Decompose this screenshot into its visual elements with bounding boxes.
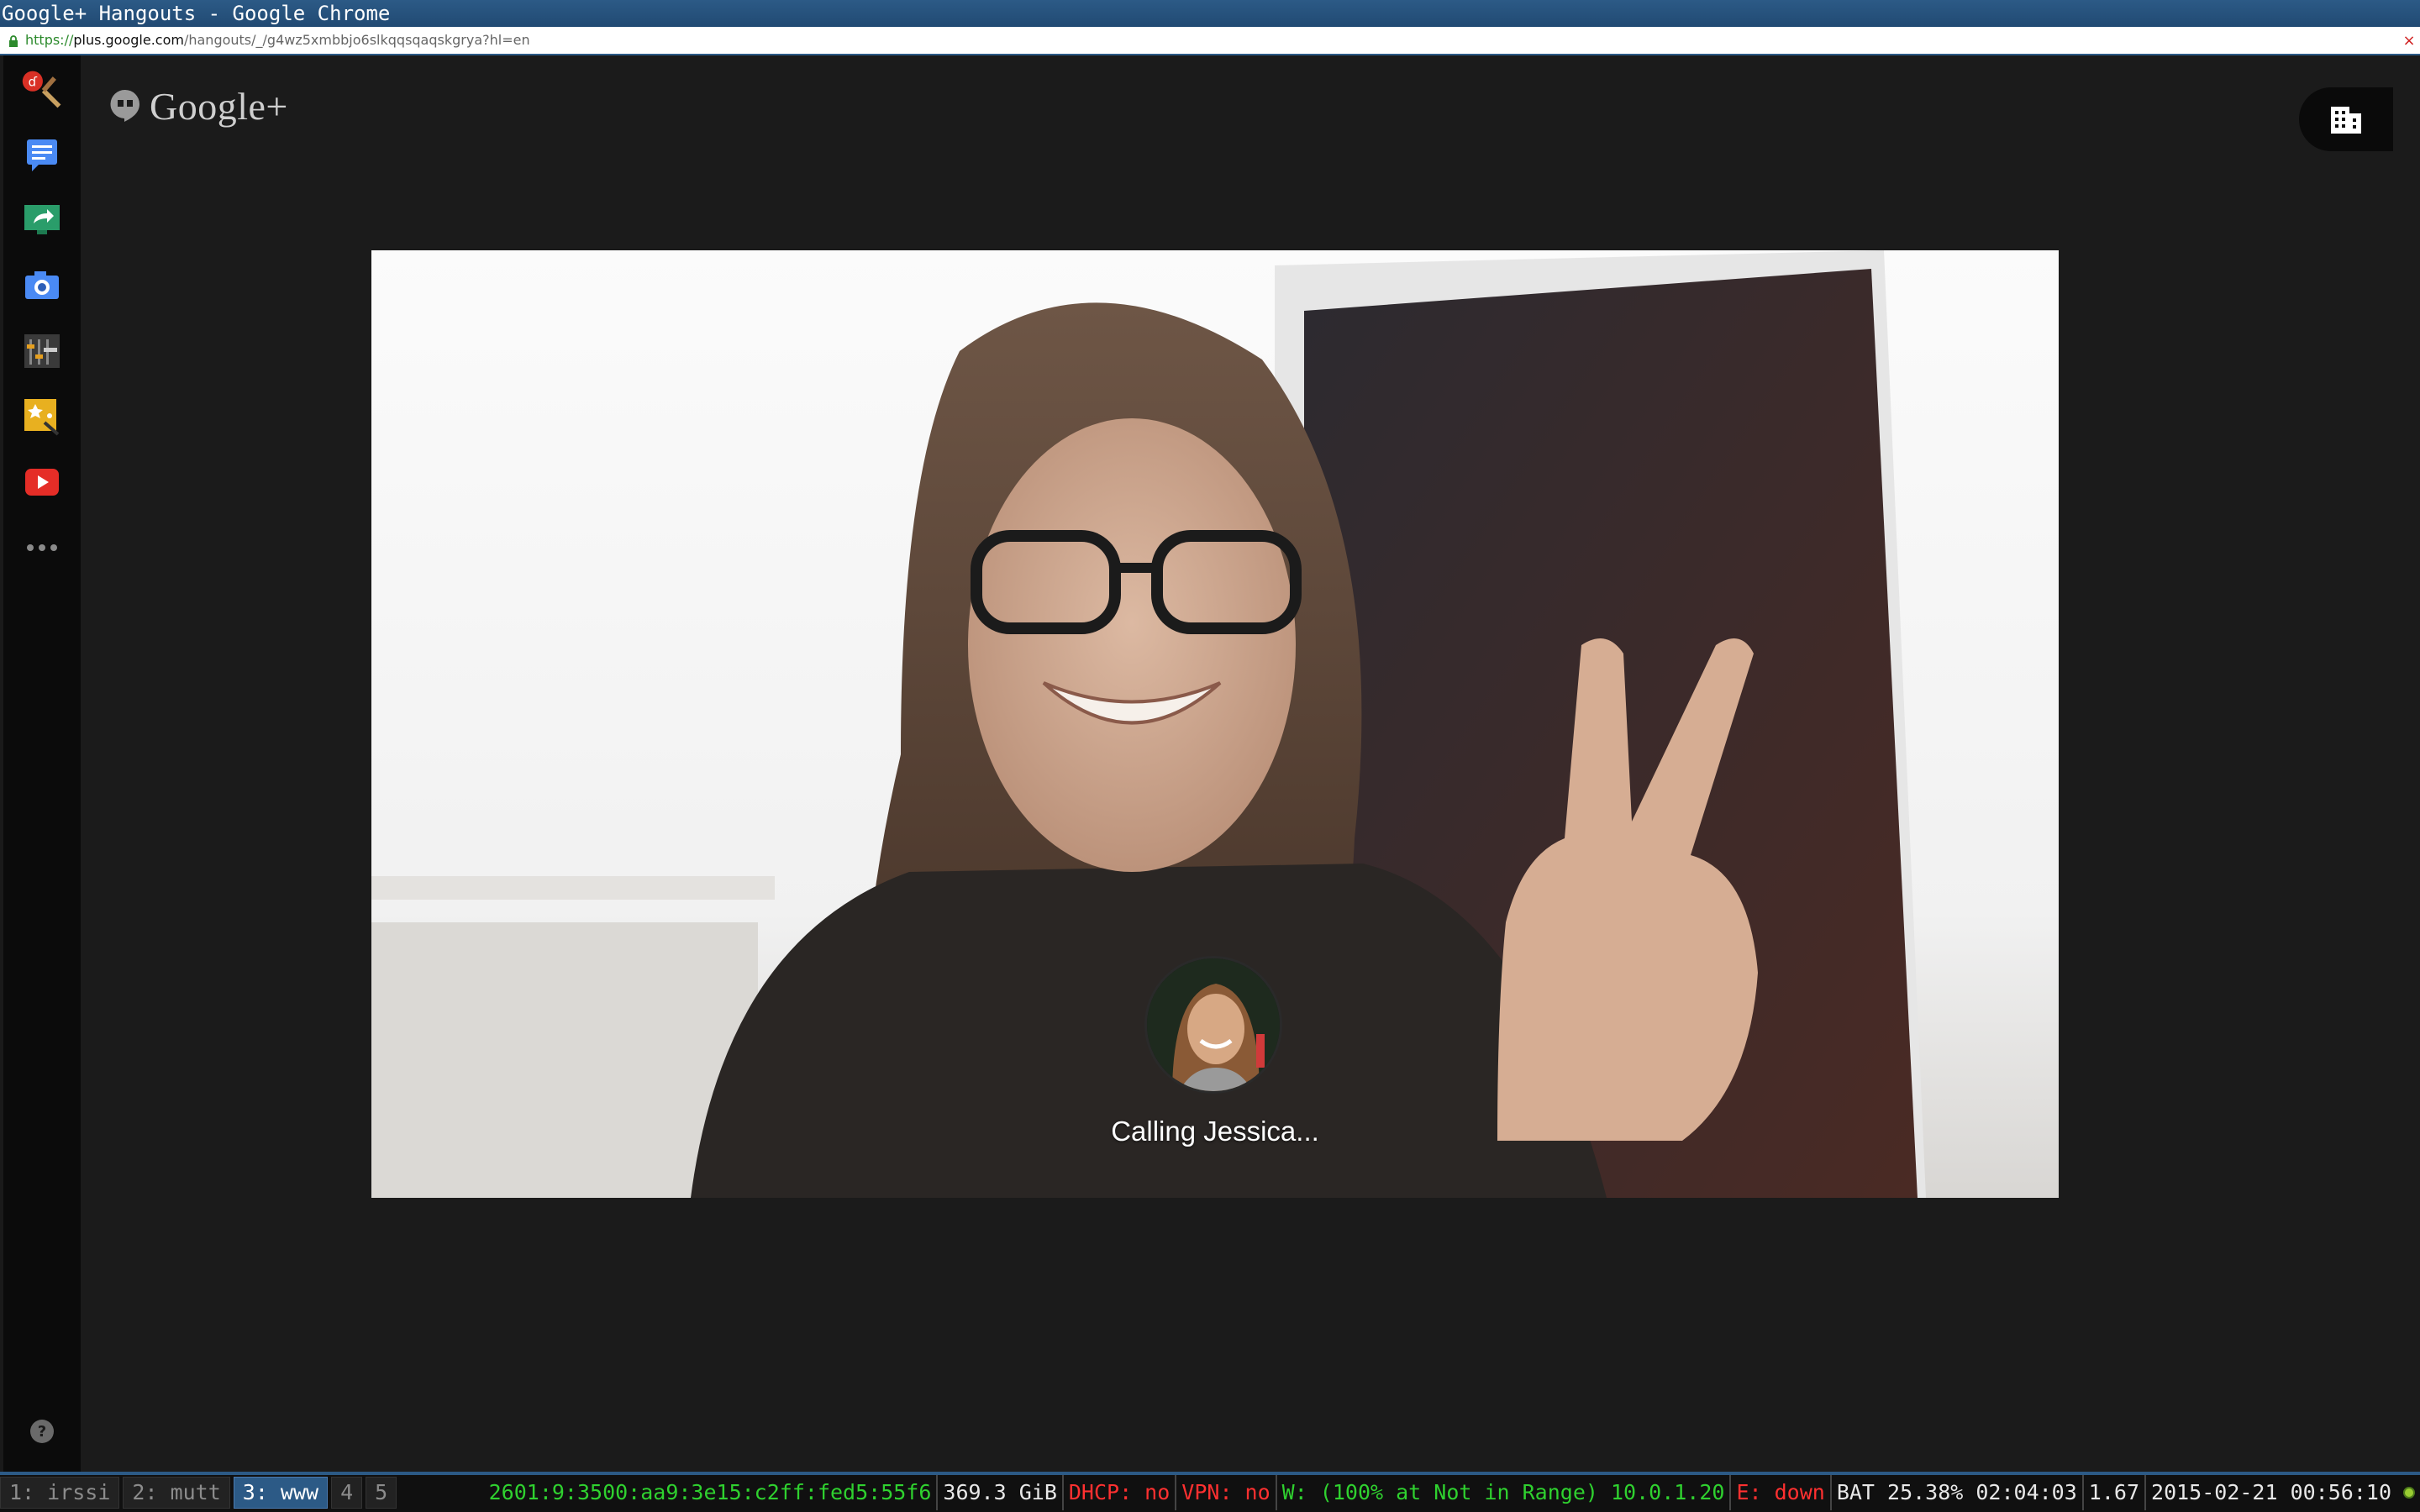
system-status-bar: 1: irssi 2: mutt 3: www 4 5 2601:9:3500:… bbox=[0, 1472, 2420, 1512]
load-average: 1.67 bbox=[2081, 1475, 2144, 1510]
wifi-status: W: (100% at Not in Range) 10.0.1.20 bbox=[1275, 1475, 1730, 1510]
url-text[interactable]: https://plus.google.com/hangouts/_/g4wz5… bbox=[25, 27, 530, 54]
system-info: 2601:9:3500:aa9:3e15:c2ff:fed5:55f6 369.… bbox=[484, 1475, 2415, 1510]
settings-sliders-icon[interactable] bbox=[20, 329, 64, 373]
tray-status-icon[interactable] bbox=[2403, 1487, 2415, 1499]
call-status: Calling Jessica... bbox=[1111, 1116, 1319, 1147]
hangouts-logo-icon bbox=[110, 89, 139, 122]
building-icon[interactable] bbox=[2299, 87, 2393, 151]
close-icon[interactable]: × bbox=[2402, 34, 2417, 49]
url-host: plus.google.com bbox=[73, 32, 184, 48]
screenshare-icon[interactable] bbox=[20, 198, 64, 242]
camera-icon[interactable] bbox=[20, 264, 64, 307]
workspace-switcher: 1: irssi 2: mutt 3: www 4 5 bbox=[0, 1477, 397, 1509]
help-icon[interactable]: ? bbox=[29, 1418, 55, 1445]
battery-status: BAT 25.38% 02:04:03 bbox=[1829, 1475, 2082, 1510]
hangout-stage: Google+ Calling Jessica... bbox=[81, 55, 2420, 1472]
vpn-status: VPN: no bbox=[1175, 1475, 1275, 1510]
video-feed[interactable]: Calling Jessica... bbox=[371, 250, 2059, 1198]
brand-logo: Google+ bbox=[109, 81, 288, 131]
brand-name: Google+ bbox=[150, 84, 288, 128]
svg-text:ɗ: ɗ bbox=[29, 74, 38, 89]
avatar-image bbox=[1147, 958, 1280, 1091]
hangouts-effects-icon[interactable]: ɗ bbox=[20, 67, 64, 111]
app-rail: ɗ ? bbox=[3, 55, 81, 1472]
url-path: /hangouts/_/g4wz5xmbbjo6slkqqsqaqskgrya?… bbox=[183, 32, 530, 48]
address-bar[interactable]: https://plus.google.com/hangouts/_/g4wz5… bbox=[0, 27, 2420, 55]
ipv6-address: 2601:9:3500:aa9:3e15:c2ff:fed5:55f6 bbox=[488, 1480, 932, 1504]
url-scheme: https:// bbox=[25, 32, 74, 48]
workspace-1[interactable]: 1: irssi bbox=[0, 1477, 120, 1509]
more-icon[interactable] bbox=[20, 526, 64, 570]
workspace-4[interactable]: 4 bbox=[331, 1477, 363, 1509]
clock: 2015-02-21 00:56:10 bbox=[2144, 1475, 2396, 1510]
chat-icon[interactable] bbox=[20, 133, 64, 176]
help-glyph: ? bbox=[38, 1423, 46, 1441]
ethernet-status: E: down bbox=[1729, 1475, 1829, 1510]
effects-icon[interactable] bbox=[20, 395, 64, 438]
workspace-3[interactable]: 3: www bbox=[233, 1477, 329, 1509]
youtube-icon[interactable] bbox=[20, 460, 64, 504]
workspace-2[interactable]: 2: mutt bbox=[123, 1477, 230, 1509]
workspace-5[interactable]: 5 bbox=[366, 1477, 397, 1509]
lock-icon bbox=[9, 35, 18, 47]
window-title-bar: Google+ Hangouts - Google Chrome bbox=[0, 0, 2420, 27]
disk-free: 369.3 GiB bbox=[936, 1475, 1061, 1510]
window-title: Google+ Hangouts - Google Chrome bbox=[2, 2, 391, 25]
callee-avatar bbox=[1144, 956, 1282, 1094]
dhcp-status: DHCP: no bbox=[1061, 1475, 1175, 1510]
